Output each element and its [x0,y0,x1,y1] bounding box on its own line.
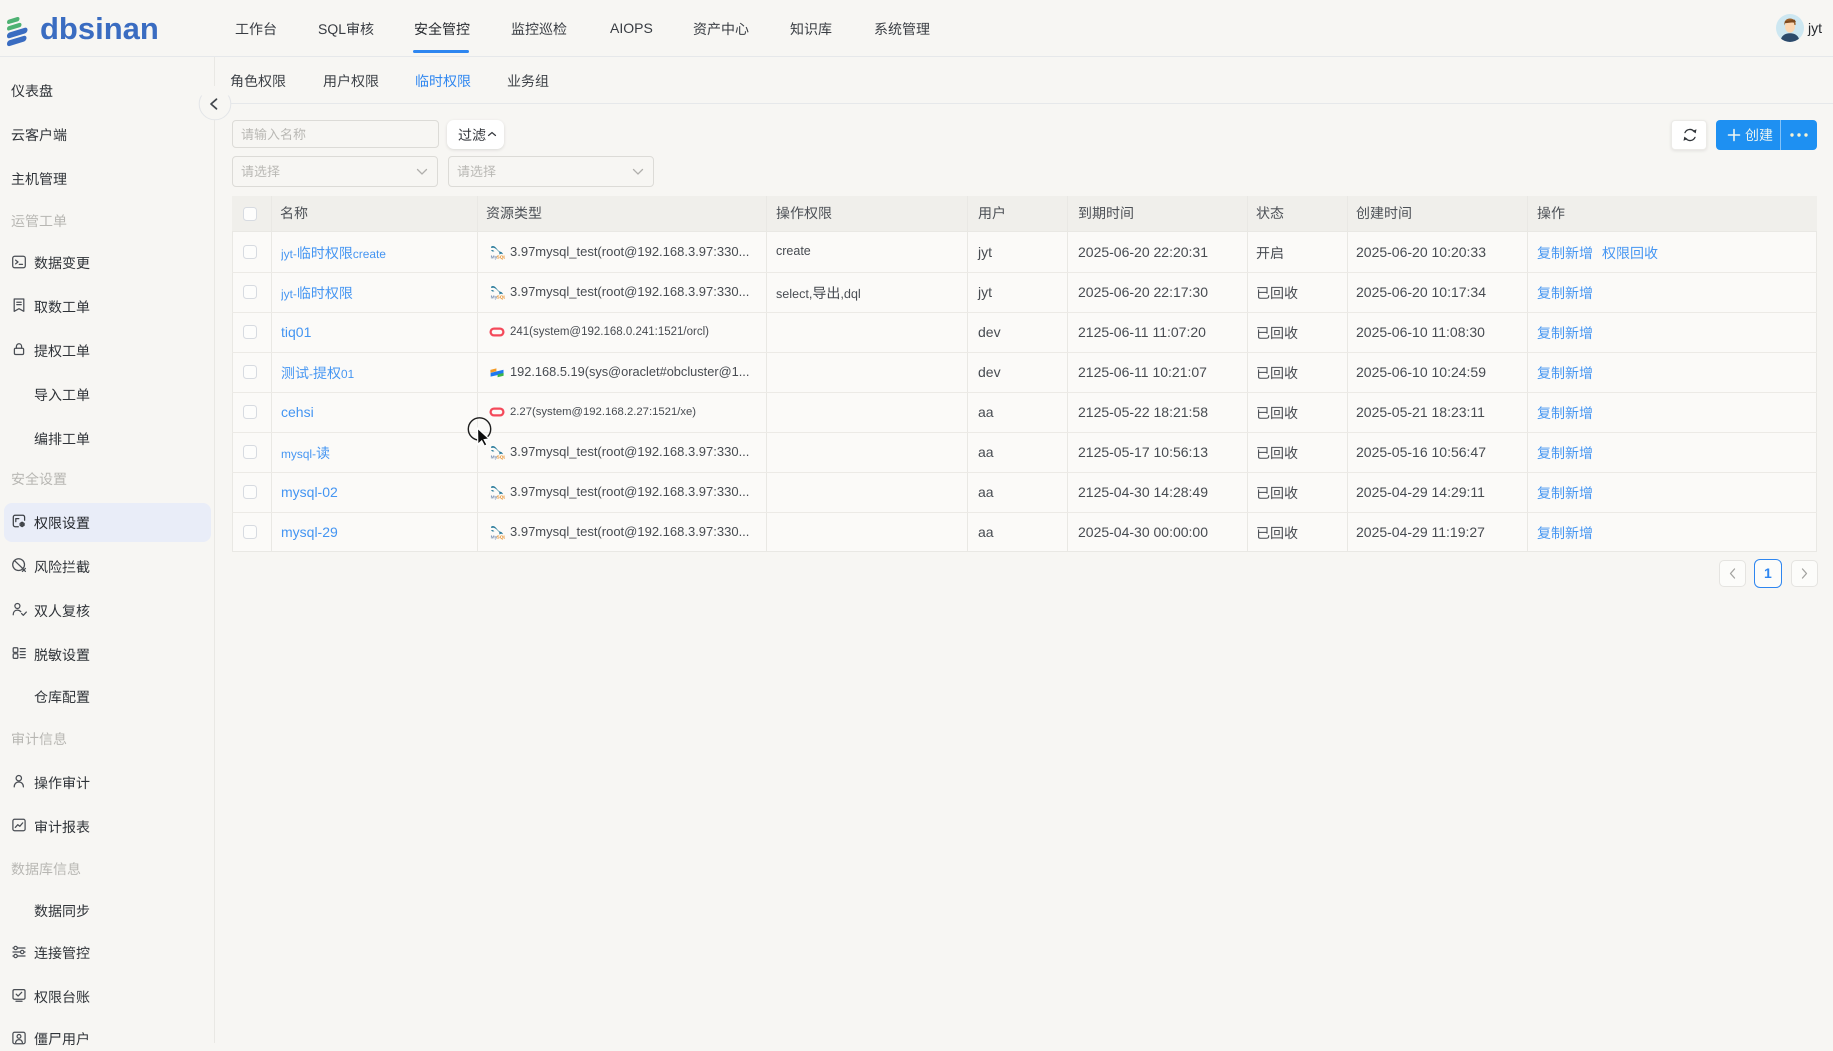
svg-text:SQL: SQL [497,294,506,300]
svg-text:SQL: SQL [497,494,506,500]
svg-text:SQL: SQL [497,454,506,460]
svg-text:SQL: SQL [497,254,506,260]
svg-text:SQL: SQL [497,534,506,540]
